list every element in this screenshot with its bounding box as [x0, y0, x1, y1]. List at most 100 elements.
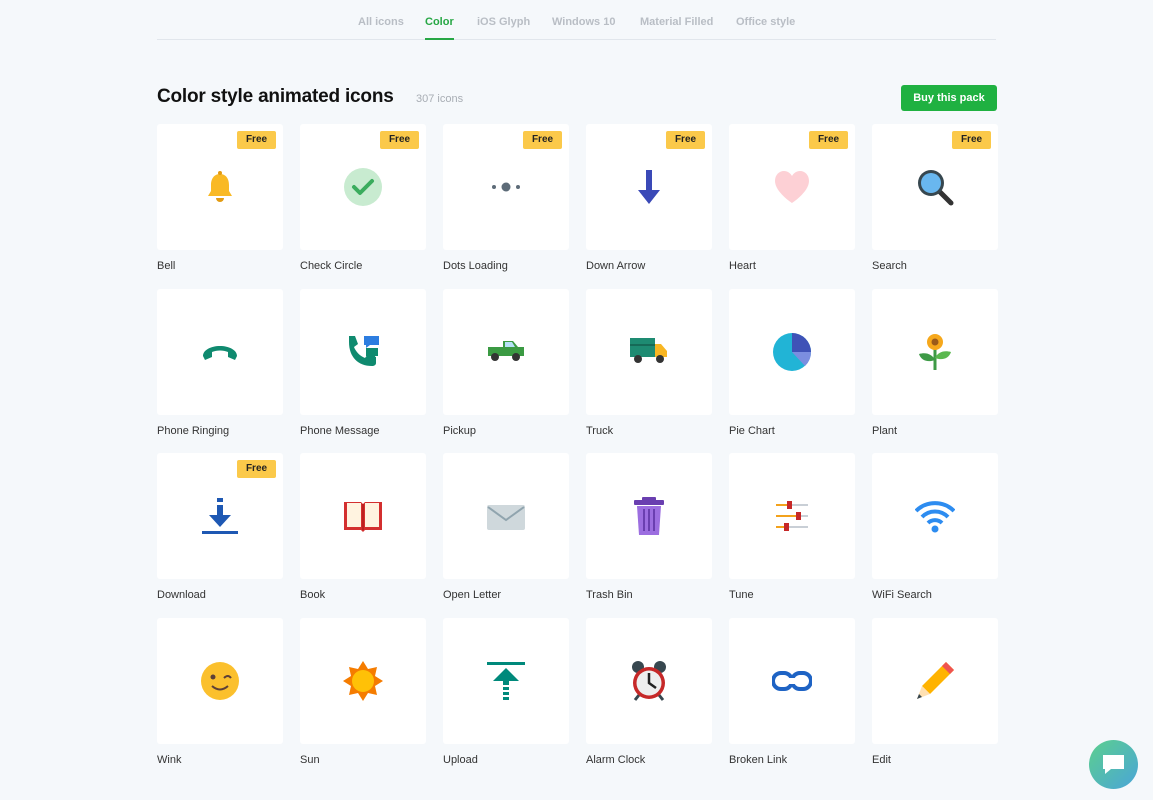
- pickup-icon: [488, 340, 524, 361]
- broken-link-icon: [772, 670, 812, 691]
- icon-preview[interactable]: [872, 617, 998, 744]
- buy-pack-button[interactable]: Buy this pack: [901, 85, 997, 111]
- free-badge: Free: [380, 131, 419, 149]
- icon-card[interactable]: Plant: [872, 288, 998, 439]
- dots-loading-icon: [492, 182, 520, 192]
- icon-card[interactable]: Book: [300, 453, 426, 603]
- icon-card[interactable]: Free Dots Loading: [443, 124, 569, 274]
- icon-label[interactable]: Phone Message: [300, 425, 380, 437]
- icon-card[interactable]: Truck: [586, 288, 712, 439]
- icon-label[interactable]: Phone Ringing: [157, 425, 229, 437]
- tab-ios-glyph[interactable]: iOS Glyph: [477, 16, 530, 28]
- icon-label[interactable]: Heart: [729, 260, 756, 272]
- icon-card[interactable]: Pickup: [443, 288, 569, 439]
- icon-card[interactable]: Free Check Circle: [300, 124, 426, 274]
- icon-label[interactable]: Down Arrow: [586, 260, 645, 272]
- free-badge: Free: [237, 460, 276, 478]
- icon-preview[interactable]: Free: [300, 124, 426, 250]
- free-badge: Free: [523, 131, 562, 149]
- icon-preview[interactable]: [872, 288, 998, 415]
- icon-card[interactable]: Broken Link: [729, 617, 855, 768]
- icon-label[interactable]: Download: [157, 589, 206, 601]
- sun-icon: [343, 660, 383, 701]
- download-icon: [202, 498, 238, 534]
- icon-card[interactable]: Open Letter: [443, 453, 569, 603]
- icon-label[interactable]: Trash Bin: [586, 589, 633, 601]
- chat-button[interactable]: [1089, 740, 1138, 789]
- search-icon: [918, 170, 954, 206]
- icon-preview[interactable]: Free: [872, 124, 998, 250]
- icon-preview[interactable]: [586, 617, 712, 744]
- icon-preview[interactable]: [157, 617, 283, 744]
- icon-card[interactable]: Sun: [300, 617, 426, 768]
- tab-material-filled[interactable]: Material Filled: [640, 16, 713, 28]
- icon-card[interactable]: Free Down Arrow: [586, 124, 712, 274]
- icon-preview[interactable]: [729, 288, 855, 415]
- icon-card[interactable]: Phone Ringing: [157, 288, 283, 439]
- icon-preview[interactable]: [872, 453, 998, 579]
- icon-preview[interactable]: Free: [586, 124, 712, 250]
- icon-preview[interactable]: [729, 453, 855, 579]
- icon-preview[interactable]: [157, 288, 283, 415]
- icon-preview[interactable]: [586, 288, 712, 415]
- icon-preview[interactable]: [300, 453, 426, 579]
- icon-card[interactable]: Upload: [443, 617, 569, 768]
- tab-all-icons[interactable]: All icons: [358, 16, 404, 28]
- icon-card[interactable]: WiFi Search: [872, 453, 998, 603]
- icon-label[interactable]: Truck: [586, 425, 613, 437]
- icon-card[interactable]: Tune: [729, 453, 855, 603]
- icon-preview[interactable]: Free: [443, 124, 569, 250]
- icon-preview[interactable]: Free: [157, 453, 283, 579]
- tune-icon: [776, 501, 808, 531]
- icon-card[interactable]: Wink: [157, 617, 283, 768]
- icon-label[interactable]: Pickup: [443, 425, 476, 437]
- icon-card[interactable]: Free Download: [157, 453, 283, 603]
- icon-label[interactable]: Pie Chart: [729, 425, 775, 437]
- icon-preview[interactable]: [443, 288, 569, 415]
- icon-label[interactable]: Edit: [872, 754, 891, 766]
- icon-label[interactable]: Wink: [157, 754, 181, 766]
- icon-card[interactable]: Alarm Clock: [586, 617, 712, 768]
- icon-label[interactable]: Dots Loading: [443, 260, 508, 272]
- tab-color[interactable]: Color: [425, 16, 454, 40]
- alarm-clock-icon: [632, 660, 666, 701]
- icon-label[interactable]: Check Circle: [300, 260, 362, 272]
- icon-card[interactable]: Pie Chart: [729, 288, 855, 439]
- tab-office-style[interactable]: Office style: [736, 16, 795, 28]
- icon-label[interactable]: Open Letter: [443, 589, 501, 601]
- free-badge: Free: [809, 131, 848, 149]
- icon-label[interactable]: Upload: [443, 754, 478, 766]
- icon-label[interactable]: Search: [872, 260, 907, 272]
- icon-preview[interactable]: Free: [729, 124, 855, 250]
- icon-preview[interactable]: [729, 617, 855, 744]
- icon-preview[interactable]: [300, 288, 426, 415]
- icon-preview[interactable]: [586, 453, 712, 579]
- icon-label[interactable]: Alarm Clock: [586, 754, 645, 766]
- check-circle-icon: [344, 168, 382, 206]
- pie-chart-icon: [773, 332, 812, 371]
- tab-windows-10[interactable]: Windows 10: [552, 16, 615, 28]
- icon-preview[interactable]: [443, 617, 569, 744]
- free-badge: Free: [952, 131, 991, 149]
- icon-preview[interactable]: [443, 453, 569, 579]
- book-icon: [344, 502, 382, 532]
- icon-card[interactable]: Free Search: [872, 124, 998, 274]
- icon-card[interactable]: Edit: [872, 617, 998, 768]
- icon-label[interactable]: WiFi Search: [872, 589, 932, 601]
- icon-label[interactable]: Bell: [157, 260, 175, 272]
- down-arrow-icon: [638, 170, 660, 204]
- icon-label[interactable]: Broken Link: [729, 754, 787, 766]
- icon-label[interactable]: Book: [300, 589, 325, 601]
- icon-label[interactable]: Sun: [300, 754, 320, 766]
- icon-card[interactable]: Phone Message: [300, 288, 426, 439]
- icon-card[interactable]: Free Bell: [157, 124, 283, 274]
- icon-label[interactable]: Plant: [872, 425, 897, 437]
- plant-icon: [919, 333, 951, 370]
- icon-card[interactable]: Free Heart: [729, 124, 855, 274]
- icon-label[interactable]: Tune: [729, 589, 754, 601]
- wink-icon: [201, 661, 239, 700]
- bell-icon: [208, 171, 232, 202]
- icon-card[interactable]: Trash Bin: [586, 453, 712, 603]
- icon-preview[interactable]: Free: [157, 124, 283, 250]
- icon-preview[interactable]: [300, 617, 426, 744]
